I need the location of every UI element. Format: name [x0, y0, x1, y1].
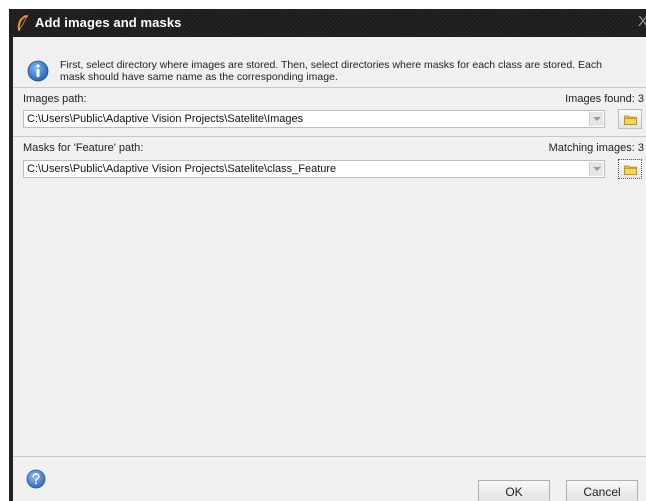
cancel-button[interactable]: Cancel [566, 480, 638, 501]
info-line-2: mask should have same name as the corres… [60, 71, 338, 83]
close-icon[interactable]: X [638, 13, 646, 30]
info-text: First, select directory where images are… [60, 59, 630, 83]
images-path-field[interactable]: C:\Users\Public\Adaptive Vision Projects… [23, 110, 605, 128]
masks-browse-button[interactable] [618, 159, 642, 179]
images-path-dropdown-icon[interactable] [589, 112, 603, 126]
separator [13, 136, 646, 137]
window-border [9, 37, 13, 501]
masks-path-label: Masks for 'Feature' path: [23, 142, 144, 154]
footer-bar [13, 456, 646, 501]
info-icon [27, 60, 49, 82]
masks-path-value: C:\Users\Public\Adaptive Vision Projects… [27, 163, 337, 175]
title-bar[interactable]: Add images and masks X [9, 9, 646, 37]
app-logo-icon [17, 15, 28, 31]
images-path-value: C:\Users\Public\Adaptive Vision Projects… [27, 113, 304, 125]
folder-icon [624, 115, 637, 125]
separator [13, 87, 646, 88]
info-line-1: First, select directory where images are… [60, 59, 602, 71]
info-section: First, select directory where images are… [13, 37, 646, 89]
masks-path-dropdown-icon[interactable] [589, 162, 603, 176]
images-found-label: Images found: 3 [565, 93, 644, 105]
masks-path-field[interactable]: C:\Users\Public\Adaptive Vision Projects… [23, 160, 605, 178]
help-icon[interactable] [26, 469, 46, 489]
separator [13, 456, 646, 457]
folder-icon [624, 165, 637, 175]
add-images-dialog: Add images and masks X First, select dir… [9, 9, 646, 501]
matching-images-label: Matching images: 3 [548, 142, 644, 154]
images-path-label: Images path: [23, 93, 87, 105]
ok-button[interactable]: OK [478, 480, 550, 501]
images-browse-button[interactable] [618, 109, 642, 129]
window-title: Add images and masks [35, 15, 182, 30]
